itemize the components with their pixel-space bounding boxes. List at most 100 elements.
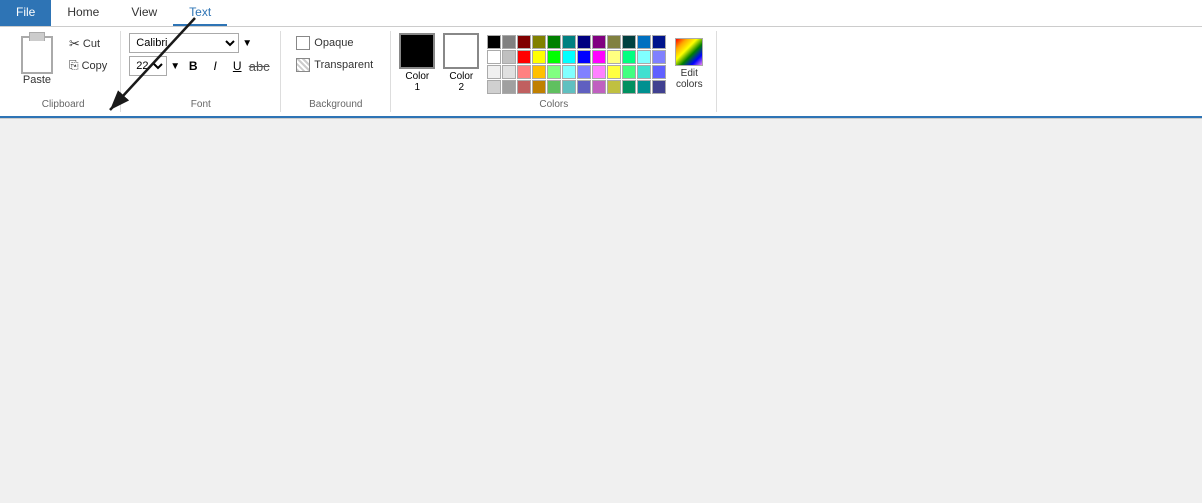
swatch-magenta[interactable] <box>592 50 606 64</box>
clipboard-group-inner: Paste ✂ Cut ⎘ Copy <box>14 33 112 97</box>
edit-colors-button[interactable]: Editcolors <box>670 35 708 93</box>
swatch-blue[interactable] <box>577 50 591 64</box>
swatch-lightgray1[interactable] <box>487 65 501 79</box>
tab-view[interactable]: View <box>115 0 173 26</box>
font-group-inner: Calibri ▼ 22 ▼ B I U abc <box>129 33 269 79</box>
swatch-row-1 <box>487 35 666 49</box>
swatch-cyan[interactable] <box>562 50 576 64</box>
transparent-button[interactable]: Transparent <box>289 55 380 75</box>
paste-icon <box>21 36 53 74</box>
font-group: Calibri ▼ 22 ▼ B I U abc <box>121 31 281 112</box>
tab-text[interactable]: Text <box>173 0 227 26</box>
swatch-white[interactable] <box>487 50 501 64</box>
background-group-label: Background <box>289 97 382 110</box>
strikethrough-button[interactable]: abc <box>249 56 269 76</box>
swatch-mintgreen[interactable] <box>547 65 561 79</box>
swatch-gray3[interactable] <box>502 80 516 94</box>
swatch-lightblue[interactable] <box>652 50 666 64</box>
swatch-purple[interactable] <box>592 35 606 49</box>
font-size-row: 22 ▼ B I U abc <box>129 56 269 76</box>
swatch-darkgreen[interactable] <box>547 35 561 49</box>
swatch-lightgray2[interactable] <box>502 65 516 79</box>
color1-label: Color1 <box>405 71 429 93</box>
underline-button[interactable]: U <box>227 56 247 76</box>
font-size-select[interactable]: 22 <box>129 56 167 76</box>
scissors-icon: ✂ <box>69 36 80 52</box>
swatch-seagreen[interactable] <box>622 80 636 94</box>
swatch-lightcyan[interactable] <box>637 50 651 64</box>
opaque-icon <box>296 36 310 50</box>
swatch-red[interactable] <box>517 50 531 64</box>
swatch-row-4 <box>487 80 666 94</box>
swatch-medgreen[interactable] <box>547 80 561 94</box>
tabs-row: File Home View Text <box>0 0 1202 26</box>
copy-label: Copy <box>82 60 108 72</box>
swatch-gray2[interactable] <box>487 80 501 94</box>
color2-picker: Color2 <box>443 33 479 93</box>
swatch-khaki[interactable] <box>607 80 621 94</box>
font-select[interactable]: Calibri <box>129 33 239 53</box>
opaque-button[interactable]: Opaque <box>289 33 360 53</box>
swatch-olive[interactable] <box>532 35 546 49</box>
swatch-springgreen[interactable] <box>622 65 636 79</box>
color1-box[interactable] <box>399 33 435 69</box>
rainbow-icon <box>675 38 703 66</box>
swatch-darkyellow[interactable] <box>607 35 621 49</box>
swatch-steelblue[interactable] <box>577 80 591 94</box>
swatch-salmon[interactable] <box>517 65 531 79</box>
swatch-yellow2[interactable] <box>607 65 621 79</box>
swatch-teal[interactable] <box>562 35 576 49</box>
color-swatches <box>487 35 666 94</box>
swatch-black[interactable] <box>487 35 501 49</box>
swatch-blue1[interactable] <box>637 35 651 49</box>
swatch-lightaqua[interactable] <box>562 65 576 79</box>
background-group: Opaque Transparent Background <box>281 31 391 112</box>
swatch-gray[interactable] <box>502 35 516 49</box>
cut-button[interactable]: ✂ Cut <box>64 33 112 55</box>
color1-picker: Color1 <box>399 33 435 93</box>
font-name-row: Calibri ▼ <box>129 33 269 53</box>
swatch-silver[interactable] <box>502 50 516 64</box>
swatch-slateblue[interactable] <box>652 80 666 94</box>
font-dropdown-icon: ▼ <box>242 38 252 49</box>
italic-button[interactable]: I <box>205 56 225 76</box>
swatch-lightyellow[interactable] <box>607 50 621 64</box>
tab-file-label: File <box>16 5 35 19</box>
transparent-icon <box>296 58 310 72</box>
cut-label: Cut <box>83 38 100 50</box>
swatch-darkblue1[interactable] <box>652 35 666 49</box>
swatch-medcyan[interactable] <box>562 80 576 94</box>
size-dropdown-icon: ▼ <box>170 61 180 72</box>
swatch-yellow[interactable] <box>532 50 546 64</box>
color2-box[interactable] <box>443 33 479 69</box>
swatch-brown[interactable] <box>517 80 531 94</box>
swatch-darkteal[interactable] <box>622 35 636 49</box>
swatch-medblue[interactable] <box>652 65 666 79</box>
tab-file[interactable]: File <box>0 0 51 26</box>
tab-text-label: Text <box>189 5 211 19</box>
paste-button[interactable]: Paste <box>14 33 60 89</box>
tab-home[interactable]: Home <box>51 0 115 26</box>
swatch-periwinkle[interactable] <box>577 65 591 79</box>
copy-button[interactable]: ⎘ Copy <box>64 55 112 76</box>
colors-group-inner: Color1 Color2 <box>399 33 708 94</box>
copy-icon: ⎘ <box>69 58 79 73</box>
swatch-navy[interactable] <box>577 35 591 49</box>
swatch-lightpink[interactable] <box>592 65 606 79</box>
clipboard-group: Paste ✂ Cut ⎘ Copy Clipboard <box>6 31 121 112</box>
swatch-turquoise[interactable] <box>637 65 651 79</box>
background-group-inner: Opaque Transparent <box>289 33 380 77</box>
swatch-darkred[interactable] <box>517 35 531 49</box>
ribbon: File Home View Text Paste ✂ Cut <box>0 0 1202 119</box>
swatch-darkcyan[interactable] <box>637 80 651 94</box>
swatch-lime[interactable] <box>547 50 561 64</box>
colors-group-label: Colors <box>399 97 708 110</box>
bold-button[interactable]: B <box>183 56 203 76</box>
transparent-label: Transparent <box>314 59 373 71</box>
clipboard-group-label: Clipboard <box>14 97 112 110</box>
swatch-gold[interactable] <box>532 80 546 94</box>
cut-copy-group: ✂ Cut ⎘ Copy <box>64 33 112 76</box>
swatch-amber[interactable] <box>532 65 546 79</box>
swatch-orchid[interactable] <box>592 80 606 94</box>
swatch-lightgreen[interactable] <box>622 50 636 64</box>
